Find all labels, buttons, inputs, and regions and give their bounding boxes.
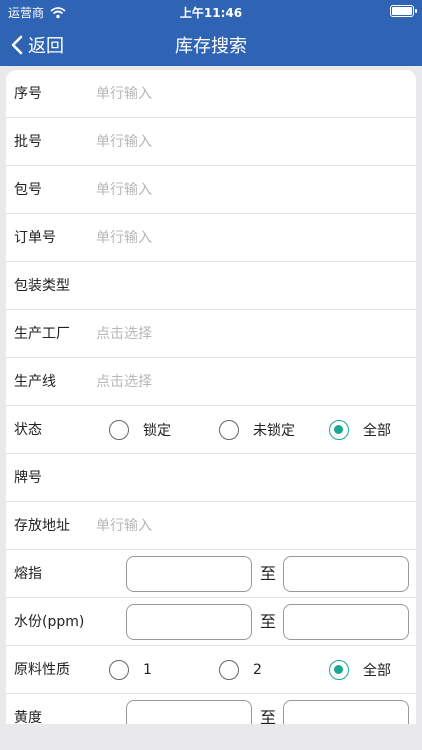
top-bar: 运营商 上午11:46 返回 库存搜索: [0, 0, 422, 66]
factory-select[interactable]: 点击选择: [96, 310, 152, 358]
state-row: 状态 锁定 未锁定 全部: [6, 406, 416, 454]
melt-index-range: 至: [126, 556, 411, 592]
package-label: 包号: [14, 182, 42, 198]
material-option-all[interactable]: 全部: [329, 646, 391, 694]
material-row: 原料性质 1 2 全部: [6, 646, 416, 694]
radio-icon: [109, 420, 129, 440]
state-label: 状态: [14, 422, 42, 438]
material-option-label: 1: [143, 662, 152, 678]
status-bar: 运营商 上午11:46: [0, 0, 422, 22]
radio-icon: [219, 420, 239, 440]
range-separator: 至: [260, 708, 277, 724]
state-option-all[interactable]: 全部: [329, 406, 391, 454]
line-select[interactable]: 点击选择: [96, 358, 152, 406]
battery-icon: [390, 5, 417, 17]
serial-row[interactable]: 序号 单行输入: [6, 70, 416, 118]
moisture-row: 水份(ppm) 至: [6, 598, 416, 646]
material-option-1[interactable]: 1: [109, 646, 152, 694]
state-option-unlocked[interactable]: 未锁定: [219, 406, 295, 454]
moisture-label: 水份(ppm): [14, 614, 85, 630]
melt-index-row: 熔指 至: [6, 550, 416, 598]
line-label: 生产线: [14, 374, 56, 390]
status-time: 上午11:46: [179, 6, 243, 20]
package-type-label: 包装类型: [14, 278, 70, 294]
search-form: 序号 单行输入 批号 单行输入 包号 单行输入 订单号 单行输入 包装类型 生产…: [6, 70, 416, 724]
location-row[interactable]: 存放地址 单行输入: [6, 502, 416, 550]
state-option-locked[interactable]: 锁定: [109, 406, 171, 454]
nav-bar: 返回 库存搜索: [0, 22, 422, 66]
line-row[interactable]: 生产线 点击选择: [6, 358, 416, 406]
location-input[interactable]: 单行输入: [96, 502, 152, 550]
state-option-label: 未锁定: [253, 423, 295, 439]
location-label: 存放地址: [14, 518, 70, 534]
brand-label: 牌号: [14, 470, 42, 486]
range-separator: 至: [260, 564, 277, 583]
package-row[interactable]: 包号 单行输入: [6, 166, 416, 214]
state-radio-group: 锁定 未锁定 全部: [106, 406, 411, 454]
batch-row[interactable]: 批号 单行输入: [6, 118, 416, 166]
radio-icon: [109, 660, 129, 680]
package-type-row[interactable]: 包装类型: [6, 262, 416, 310]
order-label: 订单号: [14, 230, 56, 246]
page-title: 库存搜索: [175, 36, 247, 57]
yellowness-range: 至: [126, 700, 411, 724]
moisture-min-input[interactable]: [126, 604, 252, 640]
order-row[interactable]: 订单号 单行输入: [6, 214, 416, 262]
radio-selected-icon: [329, 660, 349, 680]
yellowness-row: 黄度 至: [6, 694, 416, 724]
state-option-label: 锁定: [143, 423, 171, 439]
state-option-label: 全部: [363, 423, 391, 439]
melt-index-max-input[interactable]: [283, 556, 409, 592]
material-option-label: 全部: [363, 663, 391, 679]
radio-selected-icon: [329, 420, 349, 440]
serial-input[interactable]: 单行输入: [96, 70, 152, 118]
material-label: 原料性质: [14, 662, 70, 678]
moisture-max-input[interactable]: [283, 604, 409, 640]
factory-label: 生产工厂: [14, 326, 70, 342]
yellowness-label: 黄度: [14, 710, 42, 724]
order-input[interactable]: 单行输入: [96, 214, 152, 262]
serial-label: 序号: [14, 86, 42, 102]
package-input[interactable]: 单行输入: [96, 166, 152, 214]
material-radio-group: 1 2 全部: [106, 646, 411, 694]
yellowness-min-input[interactable]: [126, 700, 252, 724]
melt-index-label: 熔指: [14, 566, 42, 582]
material-option-label: 2: [253, 662, 262, 678]
radio-icon: [219, 660, 239, 680]
moisture-range: 至: [126, 604, 411, 640]
material-option-2[interactable]: 2: [219, 646, 262, 694]
melt-index-min-input[interactable]: [126, 556, 252, 592]
brand-row[interactable]: 牌号: [6, 454, 416, 502]
range-separator: 至: [260, 612, 277, 631]
batch-label: 批号: [14, 134, 42, 150]
factory-row[interactable]: 生产工厂 点击选择: [6, 310, 416, 358]
yellowness-max-input[interactable]: [283, 700, 409, 724]
batch-input[interactable]: 单行输入: [96, 118, 152, 166]
